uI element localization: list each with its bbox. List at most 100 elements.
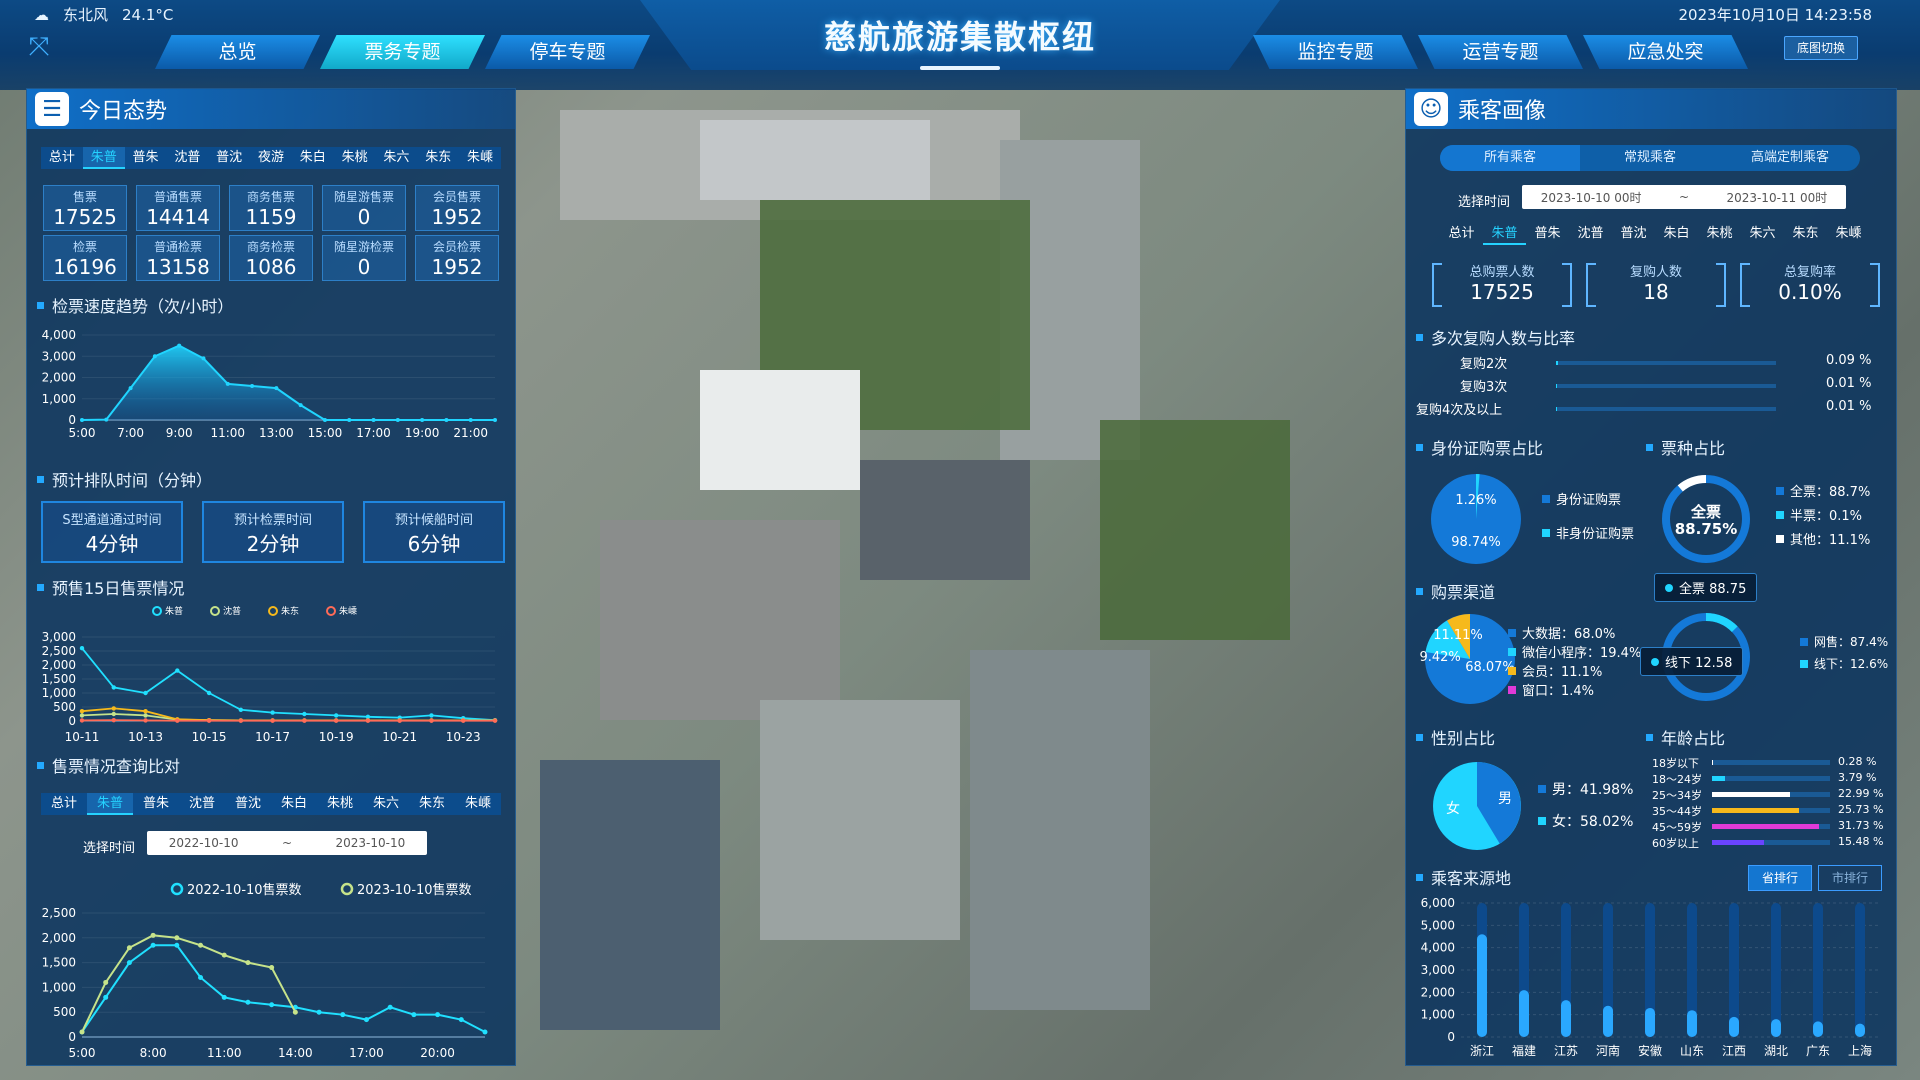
compare-point [340,1012,346,1018]
presale-point [333,713,339,718]
presale-point [111,685,116,690]
repurchase-track-0 [1556,361,1776,365]
left-tab-7[interactable]: 朱桃 [334,147,376,169]
left-tab-1[interactable]: 朱普 [82,147,125,169]
origin-xtick: 福建 [1512,1043,1536,1058]
tooltip-offline: 线下 12.58 [1640,647,1744,676]
age-value-2: 22.99 % [1838,787,1884,800]
left-tab-9[interactable]: 朱东 [417,147,459,169]
compare-legend-label: 2023-10-10售票数 [357,882,472,898]
origin-title: 乘客来源地 [1416,865,1511,889]
repurchase-title: 多次复购人数与比率 [1416,325,1575,349]
speed-point [177,343,182,348]
compare-point [150,942,156,948]
left-tab-10[interactable]: 朱嵊 [459,147,501,169]
nav-tab-ticketing[interactable]: 票务专题 [320,35,485,69]
nav-tab-overview[interactable]: 总览 [155,35,320,69]
right-tab-2[interactable]: 普朱 [1526,223,1569,245]
compare-point [221,994,227,1000]
compare-xtick: 14:00 [278,1046,313,1060]
right-panel: ☺ 乘客画像 所有乘客 常规乘客 高端定制乘客 选择时间 2023-10-10 … [1405,88,1897,1066]
speed-point [395,418,400,422]
gender-pie-female-label: 女 [1446,800,1460,817]
left-tab-2[interactable]: 普朱 [125,147,167,169]
right-tab-4[interactable]: 普沈 [1612,223,1655,245]
nav-tab-emergency[interactable]: 应急处突 [1583,35,1748,69]
compare-point [269,965,275,971]
right-tab-9[interactable]: 朱嵊 [1827,223,1870,245]
left-tab-6[interactable]: 朱白 [292,147,334,169]
sales-stat-3: 随星游售票 0 [322,185,406,231]
compare-tab-5[interactable]: 朱白 [271,793,317,815]
ticket-legend-half: 半票：0.1% [1776,505,1862,524]
checkin-stat-1: 普通检票 13158 [136,235,220,281]
presale-point [79,718,85,723]
right-date-range[interactable]: 2023-10-10 00时 ~2023-10-11 00时 [1522,185,1846,209]
presale-point [270,710,275,715]
compare-tab-9[interactable]: 朱嵊 [455,793,501,815]
speed-xtick: 21:00 [453,426,488,440]
origin-bar [1729,1016,1739,1037]
basemap-switch-button[interactable]: 底图切换 [1784,36,1858,60]
repurchase-fill-2 [1556,407,1557,411]
segment-all[interactable]: 所有乘客 [1440,145,1580,171]
title-underline [920,66,1000,70]
left-tab-4[interactable]: 普沈 [208,147,250,169]
collapse-icon[interactable]: ⤧ [24,32,54,62]
right-tab-8[interactable]: 朱东 [1784,223,1827,245]
presale-point [270,718,275,723]
channel-label-member: 11.11% [1433,628,1483,643]
speed-ytick: 0 [68,413,76,427]
speed-point [250,384,255,388]
cloud-icon: ☁ [34,5,49,24]
compare-tab-4[interactable]: 普沈 [225,793,271,815]
right-tab-7[interactable]: 朱六 [1741,223,1784,245]
speed-xtick: 11:00 [210,426,245,440]
compare-tab-2[interactable]: 普朱 [133,793,179,815]
compare-tab-6[interactable]: 朱桃 [317,793,363,815]
right-tab-5[interactable]: 朱白 [1655,223,1698,245]
tooltip-full-ticket: 全票 88.75 [1654,573,1758,602]
left-tab-0[interactable]: 总计 [41,147,83,169]
nav-tab-parking[interactable]: 停车专题 [485,35,650,69]
origin-bar [1477,934,1487,1037]
presale-point [143,709,148,714]
ticket-icon: ☰ [35,92,69,126]
right-tab-0[interactable]: 总计 [1440,223,1483,245]
right-tab-1[interactable]: 朱普 [1483,223,1526,245]
compare-tab-3[interactable]: 沈普 [179,793,225,815]
top-bar: ☁ 东北风 24.1°C ⤧ 慈航旅游集散枢纽 2023年10月10日 14:2… [0,0,1920,90]
presale-ytick: 2,500 [42,644,76,658]
speed-xtick: 7:00 [117,426,144,440]
compare-date-range[interactable]: 2022-10-10 ~2023-10-10 [147,831,427,855]
queue-time-title: 预计排队时间（分钟） [37,467,212,491]
age-label-3: 35～44岁 [1652,805,1702,818]
compare-legend-marker [340,882,354,896]
gender-pie-male-label: 男 [1498,791,1512,807]
left-tab-5[interactable]: 夜游 [250,147,292,169]
right-tab-6[interactable]: 朱桃 [1698,223,1741,245]
right-tab-3[interactable]: 沈普 [1569,223,1612,245]
segment-premium[interactable]: 高端定制乘客 [1720,145,1860,171]
compare-tab-0[interactable]: 总计 [41,793,87,815]
age-track-2 [1712,792,1830,797]
channel-title: 购票渠道 [1416,579,1495,603]
channel-label-wechat: 19.42% [1420,650,1461,665]
age-track-3 [1712,808,1830,813]
rank-province-button[interactable]: 省排行 [1748,865,1812,891]
compare-tab-1[interactable]: 朱普 [87,793,133,815]
ticket-legend-other: 其他：11.1% [1776,529,1870,548]
nav-tab-operations[interactable]: 运营专题 [1418,35,1583,69]
rank-city-button[interactable]: 市排行 [1818,865,1882,891]
left-tab-3[interactable]: 沈普 [166,147,208,169]
segment-regular[interactable]: 常规乘客 [1580,145,1720,171]
nav-tab-monitoring[interactable]: 监控专题 [1253,35,1418,69]
id-pie-small-label: 1.26% [1455,493,1496,508]
speed-xtick: 13:00 [259,426,294,440]
channel-legend-bigdata: 大数据：68.0% [1508,623,1615,642]
repurchase-label-0: 复购2次 [1460,357,1508,372]
compare-tab-8[interactable]: 朱东 [409,793,455,815]
left-tab-8[interactable]: 朱六 [376,147,418,169]
compare-tab-7[interactable]: 朱六 [363,793,409,815]
speed-point [420,418,425,422]
